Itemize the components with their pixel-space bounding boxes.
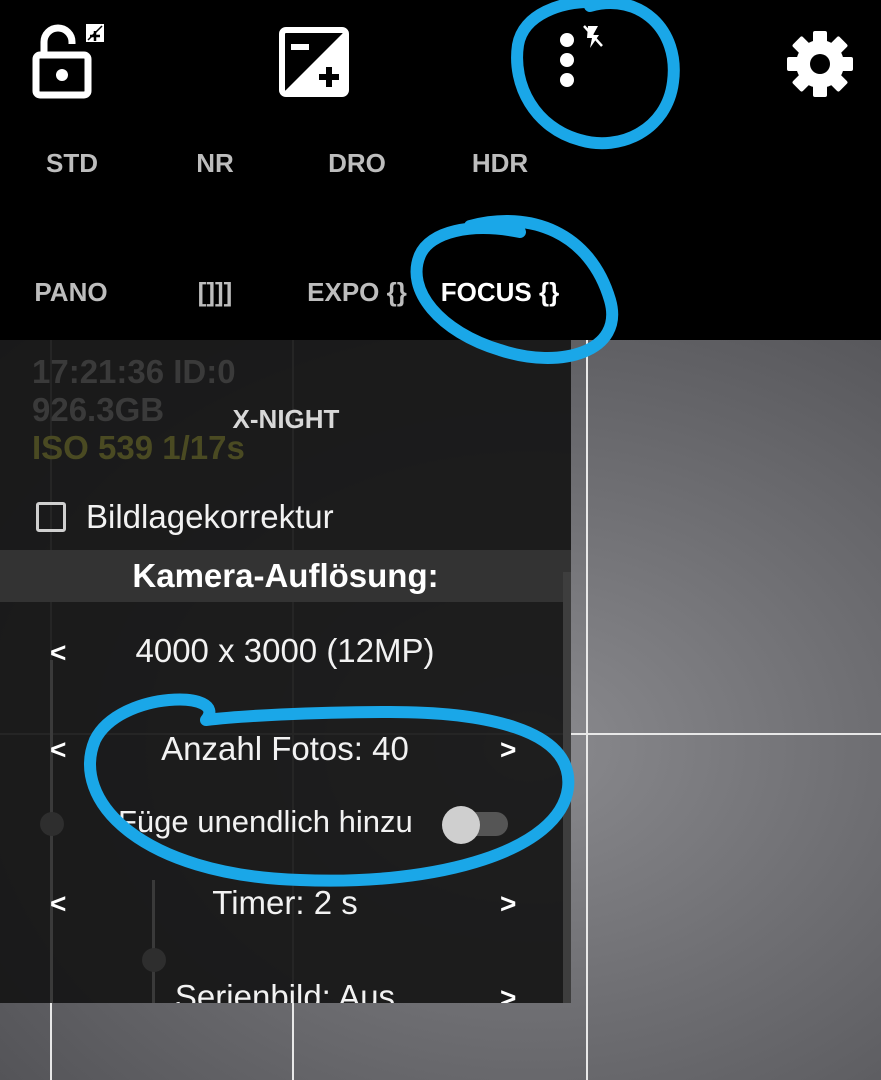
timer-value: Timer: 2 s — [212, 884, 358, 921]
panel-scrollbar[interactable] — [563, 572, 571, 1003]
bildlage-checkbox[interactable] — [36, 502, 66, 532]
grid-line-vertical — [586, 340, 588, 1080]
top-toolbar: STD NR DRO HDR PANO []]] EXPO {} FOCUS {… — [0, 0, 881, 340]
burst-value: Serienbild: Aus — [174, 978, 396, 1003]
osd-exposure: ISO 539 1/17s — [32, 429, 245, 466]
mode-hdr[interactable]: HDR — [450, 148, 550, 179]
timer-next-button[interactable]: > — [500, 888, 516, 920]
settings-panel: 17:21:36 ID:0 926.3GB ISO 539 1/17s X-NI… — [0, 340, 571, 1003]
mode-std[interactable]: STD — [22, 148, 122, 179]
infinite-toggle[interactable] — [442, 806, 480, 844]
exposure-plus-icon[interactable] — [279, 27, 349, 97]
photos-count-value: Anzahl Fotos: 40 — [161, 730, 409, 767]
mode-pano[interactable]: PANO — [16, 277, 126, 308]
burst-next-button[interactable]: > — [500, 982, 516, 1003]
mode-bracket[interactable]: []]] — [170, 277, 260, 308]
osd-storage: 926.3GB — [32, 391, 165, 428]
mode-dro[interactable]: DRO — [307, 148, 407, 179]
zoom-slider-thumb — [40, 812, 64, 836]
photos-next-button[interactable]: > — [500, 734, 516, 766]
osd-time-id: 17:21:36 ID:0 — [32, 353, 236, 390]
resolution-value: 4000 x 3000 (12MP) — [135, 632, 435, 669]
focus-slider-thumb — [142, 948, 166, 972]
xnight-label[interactable]: X-NIGHT — [186, 404, 386, 435]
mode-focus[interactable]: FOCUS {} — [432, 277, 568, 308]
gear-icon[interactable] — [786, 30, 854, 98]
mode-nr[interactable]: NR — [165, 148, 265, 179]
lock-open-icon[interactable] — [30, 22, 105, 100]
camera-resolution-header: Kamera-Auflösung: — [0, 550, 571, 602]
bildlage-label[interactable]: Bildlagekorrektur — [86, 498, 334, 536]
infinite-label: Füge unendlich hinzu — [118, 804, 413, 839]
more-vert-flash-off-icon[interactable] — [552, 22, 604, 92]
mode-expo[interactable]: EXPO {} — [298, 277, 416, 308]
